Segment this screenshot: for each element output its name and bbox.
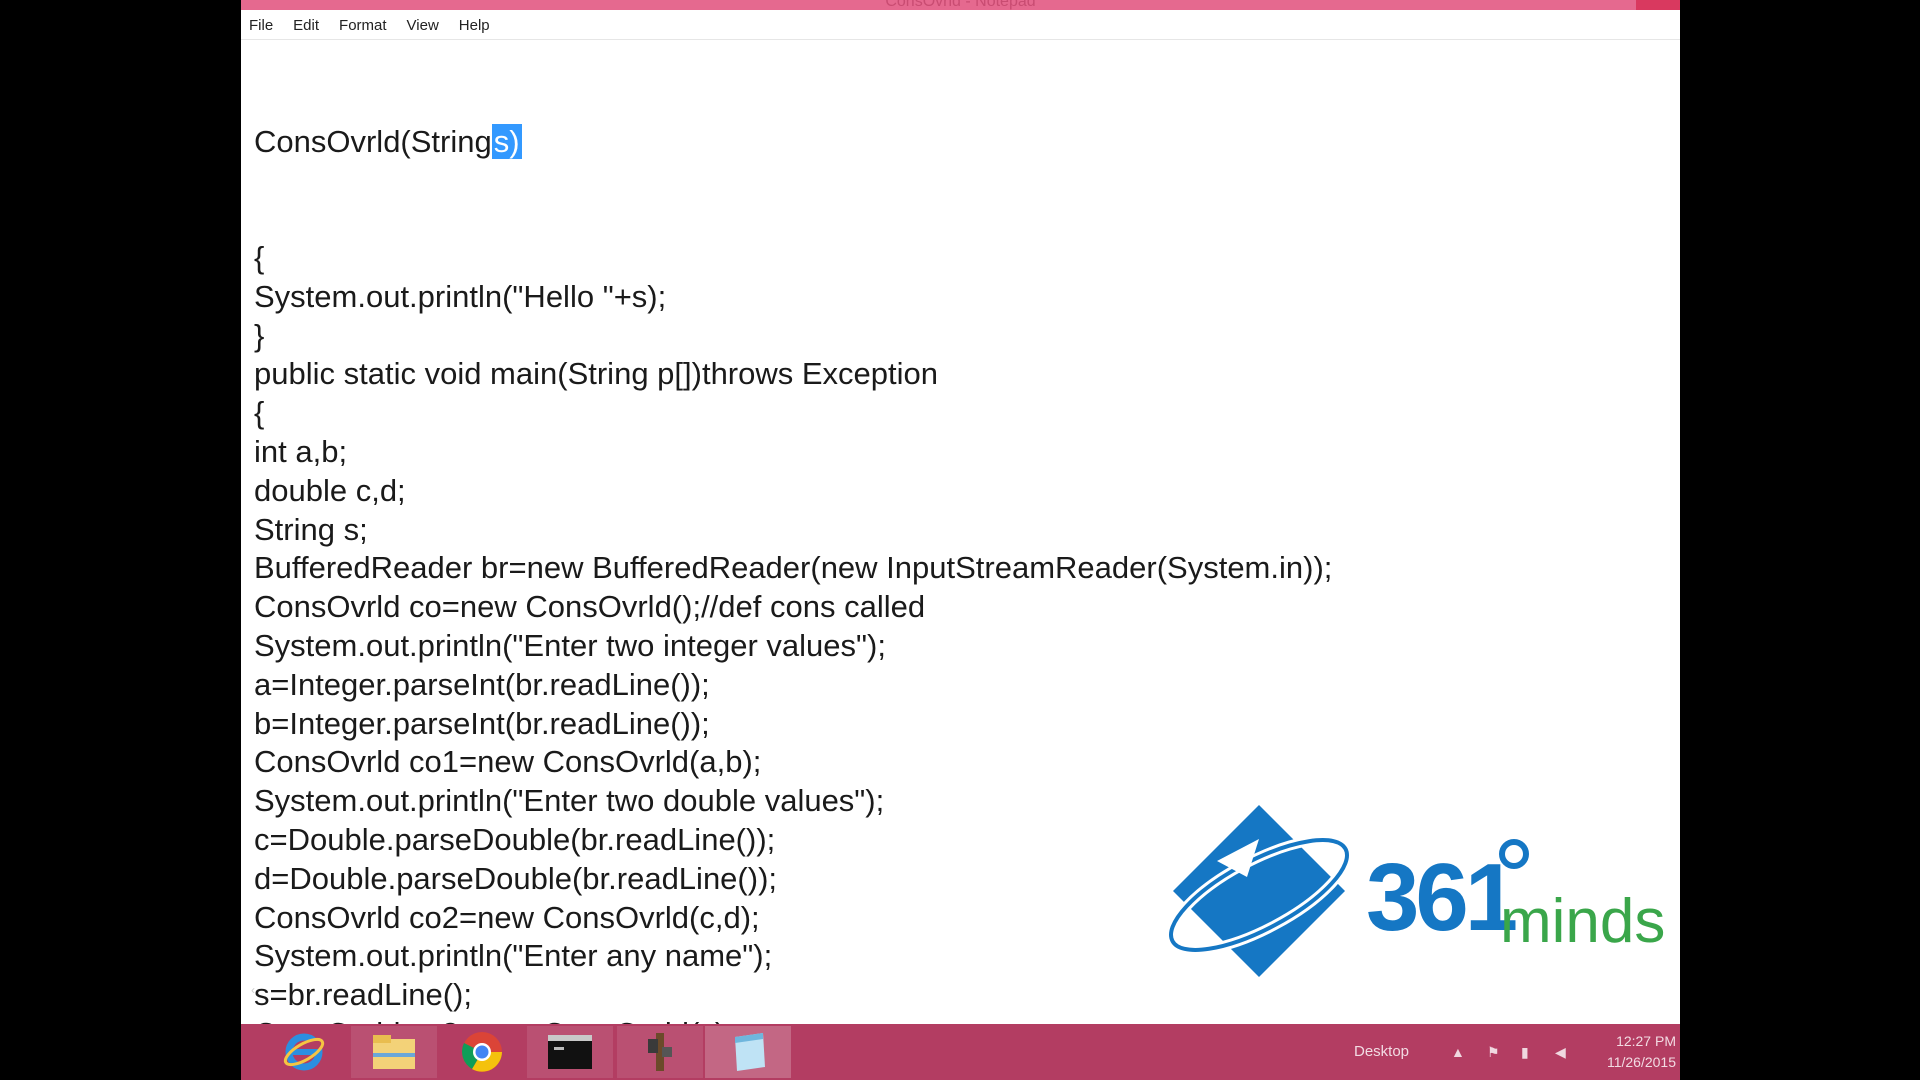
clock-time: 12:27 PM [1616,1033,1676,1049]
notepad-icon [735,1033,765,1071]
taskbar-cmd-button[interactable] [527,1026,613,1078]
logo-degree-icon [1499,839,1529,869]
code-line: double c,d; [254,472,406,508]
menu-format[interactable]: Format [339,17,387,34]
code-line: public static void main(String p[])throw… [254,356,939,392]
code-line: b=Integer.parseInt(br.readLine()); [254,705,710,741]
taskbar-chrome-button[interactable] [439,1026,525,1078]
code-line: { [254,395,265,431]
show-hidden-icons-icon[interactable]: ▲ [1451,1044,1465,1060]
code-line: ConsOvrld co1=new ConsOvrld(a,b); [254,744,762,780]
logo-word: minds [1500,887,1666,956]
title-bar[interactable]: ConsOvrld - Notepad [241,0,1680,10]
menu-file[interactable]: File [249,17,273,34]
code-line: System.out.println("Enter two integer va… [254,627,886,663]
361minds-logo: 361 minds [1155,795,1675,1025]
desktop-toolbar-label[interactable]: Desktop [1354,1043,1409,1060]
code-line: int a,b; [254,433,348,469]
screen: ConsOvrld - Notepad File Edit Format Vie… [241,0,1680,1080]
taskbar-notepad-button[interactable] [705,1026,791,1078]
command-prompt-icon [548,1035,592,1069]
taskbar-ie-button[interactable] [261,1026,347,1078]
system-clock[interactable]: 12:27 PM 11/26/2015 [1607,1031,1676,1073]
volume-icon[interactable]: ◀ [1555,1044,1566,1061]
code-line: { [254,239,265,275]
taskbar-explorer-button[interactable] [351,1026,437,1078]
logo-diamond-icon [1166,805,1352,977]
taskbar: Desktop ▲ ⚑ ▮ ◀ 12:27 PM 11/26/2015 [241,1024,1680,1080]
menu-help[interactable]: Help [459,17,490,34]
menu-bar: File Edit Format View Help [241,12,1680,40]
app-icon [648,1033,672,1071]
menu-view[interactable]: View [407,17,439,34]
internet-explorer-icon [283,1033,325,1071]
code-line: System.out.println("Hello "+s); [254,278,667,314]
code-line: ConsOvrld co=new ConsOvrld();//def cons … [254,589,926,625]
code-line: } [254,317,265,353]
menu-edit[interactable]: Edit [293,17,319,34]
code-text-fragment: ConsOvrld(String [254,123,492,159]
close-button[interactable] [1636,0,1680,10]
network-icon[interactable]: ▮ [1521,1044,1529,1061]
logo-number: 361 [1366,844,1518,951]
code-line: BufferedReader br=new BufferedReader(new… [254,550,1333,586]
action-center-icon[interactable]: ⚑ [1487,1044,1500,1061]
horizontal-scrollbar[interactable]: ‹ [241,983,1141,997]
code-line: String s; [254,511,368,547]
file-explorer-icon [373,1035,415,1069]
code-line: ConsOvrld(Strings) [254,123,1660,162]
taskbar-app-button[interactable] [617,1026,703,1078]
chrome-icon [462,1032,502,1072]
code-line: a=Integer.parseInt(br.readLine()); [254,666,710,702]
scroll-left-icon[interactable]: ‹ [251,983,255,997]
clock-date: 11/26/2015 [1606,1054,1676,1070]
selected-text[interactable]: s) [491,123,522,159]
window-title: ConsOvrld - Notepad [885,0,1036,10]
